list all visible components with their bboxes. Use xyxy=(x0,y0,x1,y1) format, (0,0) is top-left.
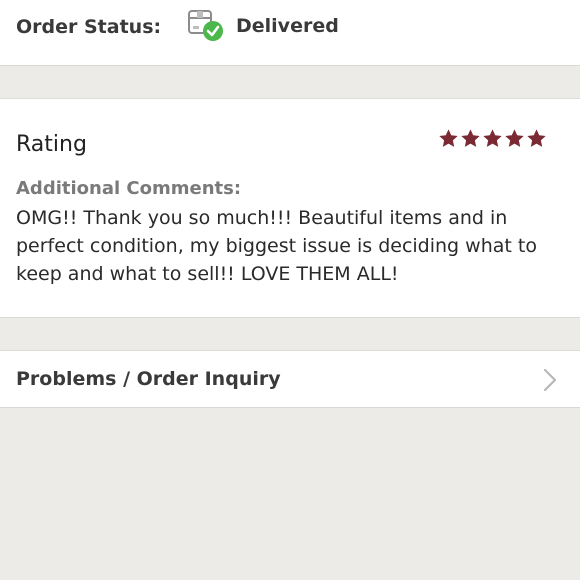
star-icon xyxy=(439,129,458,147)
rating-section: Rating Additional Comments: OMG!! Thank … xyxy=(0,98,580,318)
additional-comments-label: Additional Comments: xyxy=(16,178,242,199)
rating-title: Rating xyxy=(16,132,87,157)
order-status-row: Order Status: Delivered xyxy=(0,0,580,66)
chevron-right-icon xyxy=(541,367,559,393)
problems-order-inquiry-label: Problems / Order Inquiry xyxy=(16,368,281,390)
star-icon xyxy=(505,129,524,147)
package-delivered-icon xyxy=(187,9,225,43)
star-icon xyxy=(461,129,480,147)
order-status-value: Delivered xyxy=(236,15,339,37)
additional-comments-text: OMG!! Thank you so much!!! Beautiful ite… xyxy=(16,207,537,285)
star-icon xyxy=(483,129,502,147)
order-status-label: Order Status: xyxy=(16,16,162,38)
star-rating xyxy=(438,128,547,149)
problems-order-inquiry-row[interactable]: Problems / Order Inquiry xyxy=(0,350,580,408)
star-icon xyxy=(527,129,546,147)
